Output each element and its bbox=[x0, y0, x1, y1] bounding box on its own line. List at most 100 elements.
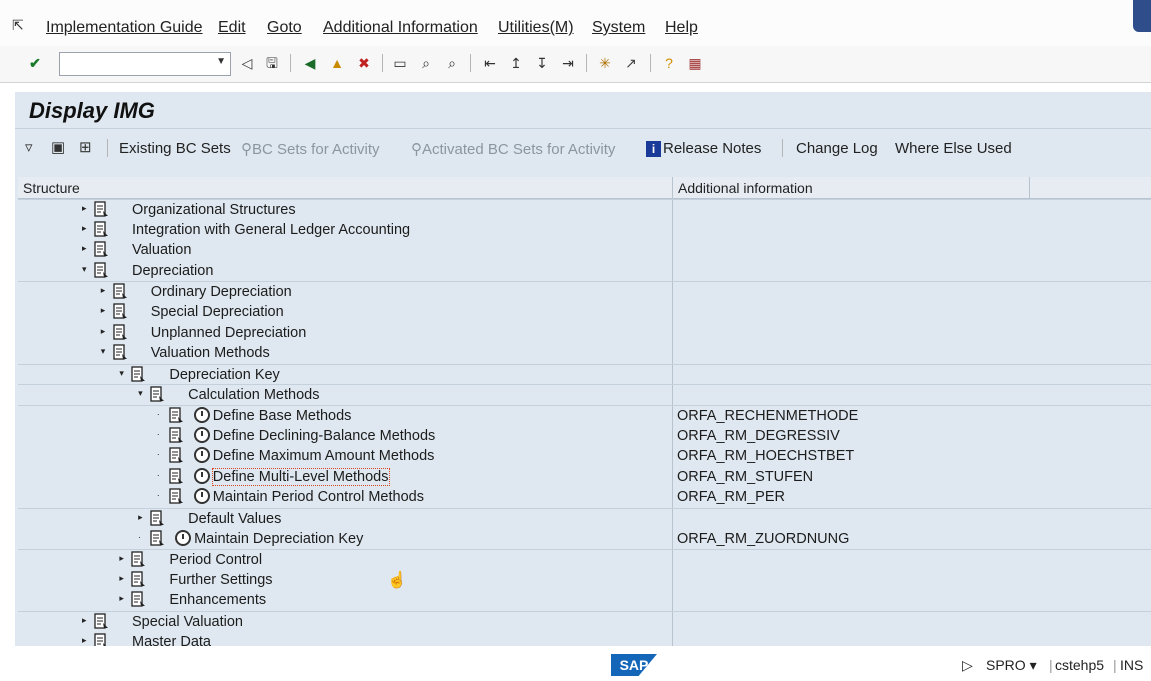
change-log-button[interactable]: Change Log bbox=[796, 140, 878, 157]
documentation-icon[interactable]: ▣ bbox=[51, 138, 65, 156]
menu-utilities[interactable]: Utilities(M) bbox=[498, 19, 574, 37]
tree-node-label[interactable]: Depreciation Key bbox=[169, 367, 279, 383]
tree-node-label[interactable]: Valuation bbox=[132, 242, 191, 258]
tree-row[interactable]: ▸ Further Settings bbox=[18, 570, 1151, 591]
expand-node-icon[interactable]: ▸ bbox=[82, 635, 87, 646]
documentation-icon[interactable] bbox=[168, 488, 185, 505]
execute-activity-icon[interactable] bbox=[193, 426, 210, 443]
status-triangle-icon[interactable]: ▷ bbox=[962, 657, 973, 674]
tree-row[interactable]: ▸ Enhancements bbox=[18, 590, 1151, 611]
back-icon[interactable]: ◀ bbox=[301, 54, 319, 72]
tree-node-label[interactable]: Ordinary Depreciation bbox=[151, 284, 292, 300]
find-icon[interactable]: ⌕ bbox=[417, 54, 435, 72]
menu-exit-icon[interactable]: ⇱ bbox=[12, 17, 24, 34]
tree-row[interactable]: ▸ Special Valuation bbox=[18, 611, 1151, 633]
collapse-node-icon[interactable]: ▾ bbox=[138, 388, 143, 399]
tree-node-label[interactable]: Depreciation bbox=[132, 263, 213, 279]
expand-node-icon[interactable]: ▸ bbox=[82, 615, 87, 626]
tree-node-label[interactable]: Enhancements bbox=[169, 592, 266, 608]
help-icon[interactable]: ? bbox=[660, 54, 678, 72]
bc-sets-for-activity-button[interactable]: ⚲BC Sets for Activity bbox=[241, 140, 380, 158]
documentation-icon[interactable] bbox=[149, 510, 166, 527]
previous-page-icon[interactable]: ↥ bbox=[507, 54, 525, 72]
execute-activity-icon[interactable] bbox=[175, 529, 192, 546]
structure-icon[interactable]: ⊞ bbox=[79, 138, 92, 156]
execute-activity-icon[interactable] bbox=[193, 488, 210, 505]
menu-additional-information[interactable]: Additional Information bbox=[323, 19, 478, 37]
expand-node-icon[interactable]: ▸ bbox=[119, 573, 124, 584]
expand-node-icon[interactable]: ▸ bbox=[82, 223, 87, 234]
documentation-icon[interactable] bbox=[93, 201, 110, 218]
release-notes-button[interactable]: i Release Notes bbox=[646, 140, 761, 157]
tree-node-label[interactable]: Define Base Methods bbox=[213, 408, 352, 424]
documentation-icon[interactable] bbox=[112, 303, 129, 320]
first-page-icon[interactable]: ⇤ bbox=[481, 54, 499, 72]
tree-node-label[interactable]: Master Data bbox=[132, 634, 211, 646]
expand-node-icon[interactable]: ▸ bbox=[101, 326, 106, 337]
documentation-icon[interactable] bbox=[168, 447, 185, 464]
documentation-icon[interactable] bbox=[168, 426, 185, 444]
menu-system[interactable]: System bbox=[592, 19, 645, 37]
command-field[interactable]: ▼ bbox=[59, 52, 231, 76]
expand-node-icon[interactable]: ▸ bbox=[119, 593, 124, 604]
documentation-icon[interactable] bbox=[93, 220, 110, 238]
expand-node-icon[interactable]: ▸ bbox=[119, 553, 124, 564]
documentation-icon[interactable] bbox=[168, 407, 185, 424]
tree-node-label[interactable]: Valuation Methods bbox=[151, 345, 270, 361]
expand-node-icon[interactable]: ▸ bbox=[82, 203, 87, 214]
column-separator[interactable] bbox=[672, 177, 673, 198]
column-additional-information[interactable]: Additional information bbox=[678, 180, 813, 196]
tree-row[interactable]: ▸ Master Data bbox=[18, 632, 1151, 646]
exit-icon[interactable]: ▲ bbox=[328, 54, 346, 72]
save-icon[interactable]: 🖫 bbox=[263, 54, 281, 72]
menu-edit[interactable]: Edit bbox=[218, 19, 246, 37]
tree-node-label[interactable]: Period Control bbox=[169, 552, 262, 568]
documentation-icon[interactable] bbox=[112, 323, 129, 341]
tree-node-label[interactable]: Define Multi-Level Methods bbox=[211, 467, 390, 486]
tree-node-label[interactable]: Unplanned Depreciation bbox=[151, 325, 307, 341]
print-icon[interactable]: ▭ bbox=[391, 54, 409, 72]
next-page-icon[interactable]: ↧ bbox=[533, 54, 551, 72]
tree-row[interactable]: ▸ Unplanned Depreciation bbox=[18, 323, 1151, 344]
dropdown-icon[interactable]: ▼ bbox=[216, 56, 226, 67]
documentation-icon[interactable] bbox=[149, 386, 166, 403]
tree-row[interactable]: ▸ Period Control bbox=[18, 549, 1151, 571]
collapse-node-icon[interactable]: ▾ bbox=[119, 368, 124, 379]
status-transaction[interactable]: SPRO ▾ bbox=[986, 657, 1037, 674]
expand-node-icon[interactable]: ▸ bbox=[101, 305, 106, 316]
cancel-icon[interactable]: ✖ bbox=[355, 54, 373, 72]
collapse-node-icon[interactable]: ▾ bbox=[101, 346, 106, 357]
filter-icon[interactable]: ▿ bbox=[25, 138, 33, 156]
tree-row[interactable]: · Maintain Depreciation Key ORFA_RM_ZUORDN… bbox=[18, 529, 1151, 550]
tree-row[interactable]: · Define Multi-Level Methods ORFA_RM_STUFE… bbox=[18, 467, 1151, 488]
documentation-icon[interactable] bbox=[149, 529, 166, 547]
column-structure[interactable]: Structure bbox=[23, 180, 80, 196]
expand-node-icon[interactable]: ▸ bbox=[101, 285, 106, 296]
tree-row[interactable]: ▾ Valuation Methods bbox=[18, 343, 1151, 364]
tree-row[interactable]: ▾ Calculation Methods bbox=[18, 384, 1151, 406]
tree-node-label[interactable]: Maintain Depreciation Key bbox=[194, 531, 363, 547]
tree-node-label[interactable]: Define Declining-Balance Methods bbox=[213, 428, 435, 444]
tree-row[interactable]: ▸ Organizational Structures bbox=[18, 199, 1151, 221]
menu-help[interactable]: Help bbox=[665, 19, 698, 37]
documentation-icon[interactable] bbox=[112, 344, 129, 361]
execute-activity-icon[interactable] bbox=[193, 467, 210, 484]
tree-node-label[interactable]: Maintain Period Control Methods bbox=[213, 489, 424, 505]
menu-goto[interactable]: Goto bbox=[267, 19, 302, 37]
tree-row[interactable]: · Define Declining-Balance Methods ORFA_RM… bbox=[18, 426, 1151, 447]
menu-implementation-guide[interactable]: Implementation Guide bbox=[46, 19, 203, 37]
tree-node-label[interactable]: Further Settings bbox=[169, 572, 272, 588]
tree-node-label[interactable]: Default Values bbox=[188, 511, 281, 527]
documentation-icon[interactable] bbox=[112, 283, 129, 300]
enter-check-icon[interactable]: ✔ bbox=[26, 54, 44, 72]
tree-node-label[interactable]: Organizational Structures bbox=[132, 202, 296, 218]
back-triangle-icon[interactable]: ◁ bbox=[238, 54, 256, 72]
collapse-node-icon[interactable]: ▾ bbox=[82, 264, 87, 275]
activated-bc-sets-button[interactable]: ⚲Activated BC Sets for Activity bbox=[411, 140, 615, 158]
tree-row[interactable]: · Define Base Methods ORFA_RECHENMETHODE bbox=[18, 405, 1151, 427]
new-session-icon[interactable]: ✳ bbox=[596, 54, 614, 72]
tree-row[interactable]: ▾ Depreciation bbox=[18, 261, 1151, 282]
tree-node-label[interactable]: Calculation Methods bbox=[188, 387, 319, 403]
find-next-icon[interactable]: ⌕ bbox=[443, 54, 461, 72]
documentation-icon[interactable] bbox=[168, 468, 185, 485]
